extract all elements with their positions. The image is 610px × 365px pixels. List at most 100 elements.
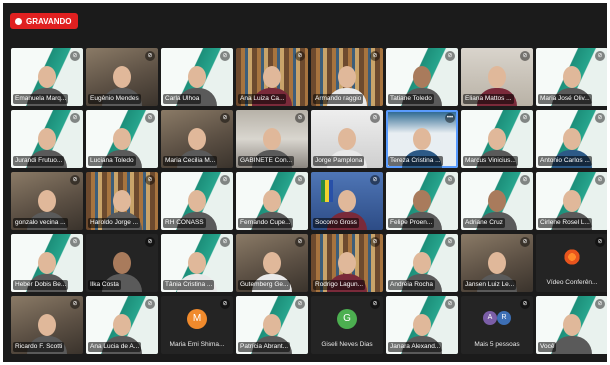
recording-indicator[interactable]: GRAVANDO — [10, 13, 79, 29]
participant-tile[interactable]: Jansen Luiz Le... ⊘ — [461, 234, 533, 292]
mic-muted-icon: ⊘ — [70, 51, 80, 61]
participant-tile[interactable]: Ana Lucia de A... ⊘ — [86, 296, 158, 354]
recording-label: GRAVANDO — [26, 16, 72, 26]
participant-tile[interactable]: Tereza Cristina ... ••• — [386, 110, 458, 168]
mic-muted-icon: ⊘ — [595, 237, 605, 247]
mic-muted-icon: ⊘ — [445, 51, 455, 61]
participant-name: Janara Alexand... — [388, 342, 443, 352]
participant-tile[interactable]: Eugênio Mendes ⊘ — [86, 48, 158, 106]
mic-muted-icon: ⊘ — [370, 237, 380, 247]
participant-name: Felipe Proen... — [388, 218, 435, 228]
participant-tile[interactable]: Heber Dobis Be... ⊘ — [11, 234, 83, 292]
mic-muted-icon: ⊘ — [295, 51, 305, 61]
participant-tile[interactable]: G Giseli Neves Dias ⊘ — [311, 296, 383, 354]
participant-tile[interactable]: Rodrigo Lagun... ⊘ — [311, 234, 383, 292]
more-people-label[interactable]: Mais 5 pessoas — [461, 341, 533, 348]
video-conference-logo-icon — [563, 248, 581, 266]
participant-tile[interactable]: Carla Ulhoa ⊘ — [161, 48, 233, 106]
mic-muted-icon: ⊘ — [220, 51, 230, 61]
participant-name: Jorge Pamplona — [313, 156, 365, 166]
participant-tile[interactable]: Antonio Carlos ... ⊘ — [536, 110, 607, 168]
mic-muted-icon: ⊘ — [145, 51, 155, 61]
mic-muted-icon: ⊘ — [445, 299, 455, 309]
mic-muted-icon: ⊘ — [595, 51, 605, 61]
mic-muted-icon: ⊘ — [145, 175, 155, 185]
participant-name: Maria Emi Shima... — [169, 341, 225, 348]
participant-avatar: G — [337, 309, 357, 329]
mic-muted-icon: ⊘ — [445, 237, 455, 247]
mic-muted-icon: ⊘ — [220, 237, 230, 247]
mic-muted-icon: ⊘ — [70, 175, 80, 185]
participant-name: Maria José Oliv... — [538, 94, 592, 104]
participant-tile[interactable]: Emanuela Marq... ⊘ — [11, 48, 83, 106]
participant-tile[interactable]: Maria José Oliv... ⊘ — [536, 48, 607, 106]
participant-name: Tânia Cristina ... — [163, 280, 215, 290]
participant-avatar: R — [497, 311, 511, 325]
participant-grid: Emanuela Marq... ⊘ Eugênio Mendes ⊘ Carla Ul… — [11, 48, 607, 354]
participant-tile[interactable]: Gutemberg Ge... ⊘ — [236, 234, 308, 292]
participant-tile[interactable]: Janara Alexand... ⊘ — [386, 296, 458, 354]
participant-name: Haroldo Jorge ... — [88, 218, 141, 228]
participant-tile[interactable]: Maria Cecilia M... ⊘ — [161, 110, 233, 168]
more-options-icon[interactable]: ••• — [445, 113, 455, 123]
mic-muted-icon: ⊘ — [520, 175, 530, 185]
mic-muted-icon: ⊘ — [220, 299, 230, 309]
participant-tile[interactable]: Luciana Toledo ⊘ — [86, 110, 158, 168]
participant-name: Vídeo Conferên... — [546, 279, 598, 286]
participant-tile[interactable]: Ana Luiza Ca... ⊘ — [236, 48, 308, 106]
mic-muted-icon: ⊘ — [370, 113, 380, 123]
mic-muted-icon: ⊘ — [520, 237, 530, 247]
recording-dot-icon — [15, 17, 22, 25]
participant-tile[interactable]: Ilka Costa ⊘ — [86, 234, 158, 292]
participant-tile[interactable]: Patrícia Abrant... ⊘ — [236, 296, 308, 354]
participant-tile[interactable]: M Maria Emi Shima... ⊘ — [161, 296, 233, 354]
participant-name: Maria Cecilia M... — [163, 156, 218, 166]
participant-tile[interactable]: Haroldo Jorge ... ⊘ — [86, 172, 158, 230]
participant-name: gonzalo vecina ... — [13, 218, 68, 228]
participant-name: Você — [538, 342, 557, 352]
participant-tile[interactable]: Eliana Mattos ... ⊘ — [461, 48, 533, 106]
mic-muted-icon: ⊘ — [295, 175, 305, 185]
participant-avatar: M — [187, 309, 207, 329]
participant-tile[interactable]: Socorro Gross ⊘ — [311, 172, 383, 230]
participant-name: Gutemberg Ge... — [238, 280, 291, 290]
mic-muted-icon: ⊘ — [520, 113, 530, 123]
mic-muted-icon: ⊘ — [445, 175, 455, 185]
mic-muted-icon: ⊘ — [220, 175, 230, 185]
participant-tile[interactable]: Fernando Cupe... ⊘ — [236, 172, 308, 230]
participant-name: Patrícia Abrant... — [238, 342, 291, 352]
participant-tile[interactable]: Jurandi Frutuo... ⊘ — [11, 110, 83, 168]
participant-tile[interactable]: Tatiane Toledo ⊘ — [386, 48, 458, 106]
participant-tile[interactable]: Jorge Pamplona ⊘ — [311, 110, 383, 168]
participant-tile[interactable]: RH CONASS ⊘ — [161, 172, 233, 230]
participant-tile[interactable]: Ricardo F. Scotti ⊘ — [11, 296, 83, 354]
participant-name: Cirlene Rosel L... — [538, 218, 592, 228]
mic-muted-icon: ⊘ — [295, 299, 305, 309]
participant-tile[interactable]: Você ⊘ — [536, 296, 607, 354]
mic-muted-icon: ⊘ — [70, 299, 80, 309]
mic-muted-icon: ⊘ — [370, 175, 380, 185]
participant-name: Tereza Cristina ... — [388, 156, 443, 166]
mic-muted-icon: ⊘ — [520, 299, 530, 309]
participant-name: Ilka Costa — [88, 280, 121, 290]
mic-muted-icon: ⊘ — [370, 51, 380, 61]
participant-tile[interactable]: Tânia Cristina ... ⊘ — [161, 234, 233, 292]
participant-name: Jansen Luiz Le... — [463, 280, 517, 290]
participant-tile[interactable]: Armando raggio ⊘ — [311, 48, 383, 106]
participant-tile[interactable]: Cirlene Rosel L... ⊘ — [536, 172, 607, 230]
participant-tile[interactable]: A R Mais 5 pessoas ⊘ — [461, 296, 533, 354]
participant-name: Ana Lucia de A... — [88, 342, 142, 352]
participant-name: Emanuela Marq... — [13, 94, 69, 104]
participant-name: Carla Ulhoa — [163, 94, 202, 104]
participant-tile[interactable]: GABINETE Con... ⊘ — [236, 110, 308, 168]
participant-name: Heber Dobis Be... — [13, 280, 69, 290]
participant-name: Andréia Rocha — [388, 280, 435, 290]
participant-name: Luciana Toledo — [88, 156, 136, 166]
participant-tile[interactable]: Vídeo Conferên... ⊘ — [536, 234, 607, 292]
participant-tile[interactable]: Andréia Rocha ⊘ — [386, 234, 458, 292]
mic-muted-icon: ⊘ — [295, 113, 305, 123]
participant-tile[interactable]: Adriane Cruz ⊘ — [461, 172, 533, 230]
participant-tile[interactable]: gonzalo vecina ... ⊘ — [11, 172, 83, 230]
participant-tile[interactable]: Marcus Vinicius... ⊘ — [461, 110, 533, 168]
participant-tile[interactable]: Felipe Proen... ⊘ — [386, 172, 458, 230]
